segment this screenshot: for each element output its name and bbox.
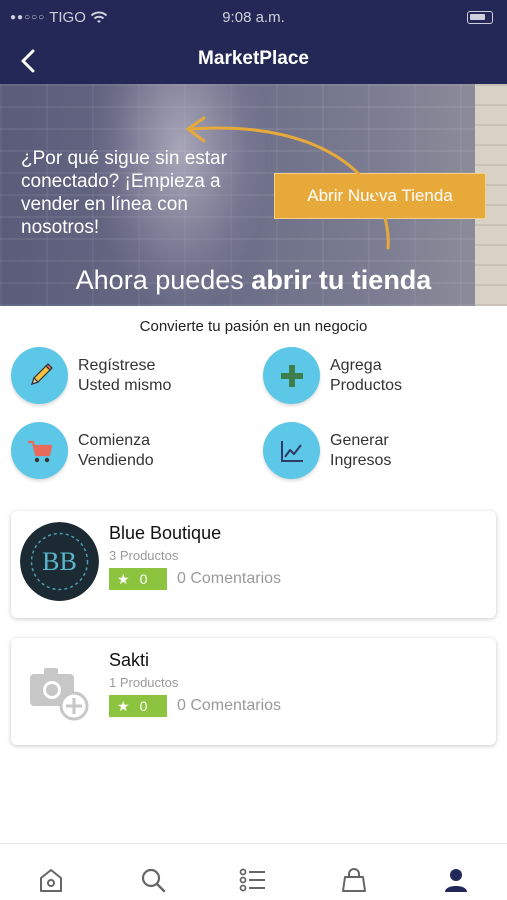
feature-line2: Productos: [330, 376, 403, 394]
feature-line1: Generar: [330, 431, 389, 449]
nav-bar: MarketPlace: [0, 38, 507, 84]
tab-bag[interactable]: [338, 864, 370, 896]
tab-list[interactable]: [237, 864, 269, 896]
rating-value: 0: [139, 698, 148, 714]
list-icon: [239, 868, 265, 892]
feature-grid: Regístrese Usted mismo Agrega Productos: [0, 345, 507, 485]
bag-icon: [342, 868, 366, 892]
feature-line1: Agrega: [330, 356, 382, 374]
tab-profile[interactable]: [440, 864, 472, 896]
hero-headline-bold: abrir tu tienda: [251, 265, 432, 295]
feature-label: Generar Ingresos: [330, 431, 460, 471]
rating-value: 0: [139, 571, 148, 587]
hero-headline: Ahora puedes abrir tu tienda: [0, 265, 507, 296]
feature-start-selling[interactable]: Comienza Vendiendo: [11, 422, 208, 479]
store-product-count: 3 Productos: [109, 548, 179, 563]
cart-icon: [11, 422, 68, 479]
search-icon: [141, 868, 166, 893]
feature-label: Regístrese Usted mismo: [78, 356, 208, 396]
feature-label: Comienza Vendiendo: [78, 431, 208, 471]
feature-generate-income[interactable]: Generar Ingresos: [263, 422, 460, 479]
curved-arrow-icon: [186, 116, 390, 250]
store-comments: 0 Comentarios: [177, 697, 282, 714]
store-logo-text: BB: [42, 547, 77, 576]
feature-line1: Comienza: [78, 431, 151, 449]
status-bar: ●●○○○ TIGO 9:08 a.m.: [0, 0, 507, 38]
feature-line2: Vendiendo: [78, 451, 154, 469]
store-comments: 0 Comentarios: [177, 570, 282, 587]
rating-badge[interactable]: ★ 0: [109, 695, 167, 717]
feature-line2: Usted mismo: [78, 376, 172, 394]
chart-icon: [263, 422, 320, 479]
feature-line1: Regístrese: [78, 356, 156, 374]
status-time: 9:08 a.m.: [222, 9, 285, 26]
feature-register[interactable]: Regístrese Usted mismo: [11, 347, 208, 404]
battery-icon: [467, 11, 493, 24]
page-title: MarketPlace: [198, 48, 309, 69]
pencil-icon: [11, 347, 68, 404]
store-card-sakti[interactable]: Sakti 1 Productos ★ 0 0 Comentarios: [11, 638, 496, 745]
store-name: Blue Boutique: [109, 523, 222, 543]
tab-home[interactable]: [35, 864, 67, 896]
star-icon: ★: [117, 571, 130, 587]
store-name: Sakti: [109, 650, 150, 670]
store-product-count: 1 Productos: [109, 675, 179, 690]
feature-label: Agrega Productos: [330, 356, 460, 396]
camera-add-icon: [20, 649, 99, 728]
store-card-blue-boutique[interactable]: BB Blue Boutique 3 Productos ★ 0 0 Comen…: [11, 511, 496, 618]
hero-banner: ¿Por qué sigue sin estar conectado? ¡Emp…: [0, 84, 507, 306]
rating-badge[interactable]: ★ 0: [109, 568, 167, 590]
section-subtitle: Convierte tu pasión en un negocio: [139, 318, 368, 335]
home-icon: [40, 869, 62, 892]
store-logo: BB: [20, 522, 99, 601]
feature-line2: Ingresos: [330, 451, 392, 469]
profile-icon: [445, 869, 467, 892]
plus-icon: [263, 347, 320, 404]
bottom-tab-bar: [0, 843, 507, 900]
tab-search[interactable]: [137, 864, 169, 896]
feature-add-products[interactable]: Agrega Productos: [263, 347, 460, 404]
star-icon: ★: [117, 698, 130, 714]
hero-headline-regular: Ahora puedes: [75, 265, 252, 295]
